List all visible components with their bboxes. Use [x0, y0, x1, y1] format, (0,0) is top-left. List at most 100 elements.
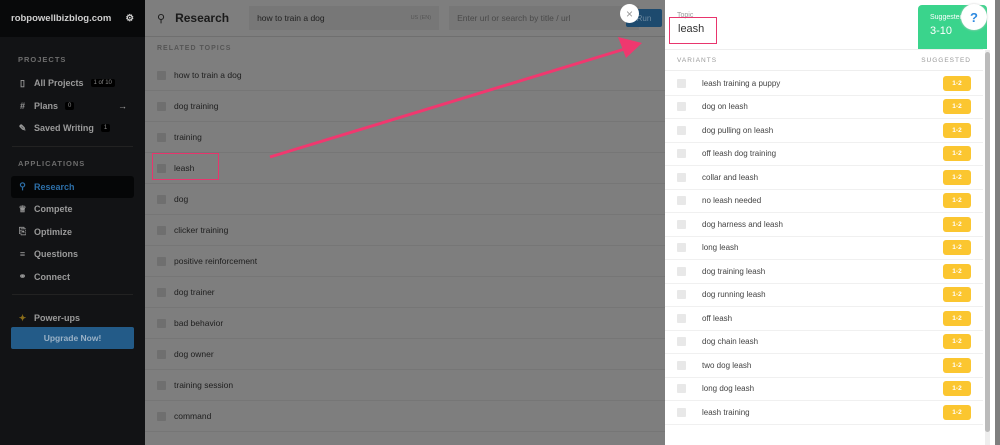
variant-row[interactable]: two dog leash 1-2 — [665, 354, 983, 378]
sidebar-item-connect[interactable]: ⚭ Connect — [0, 266, 145, 289]
label: All Projects — [34, 78, 84, 89]
suggested-pill: 1-2 — [943, 357, 971, 373]
sidebar-item-all-projects[interactable]: ▯ All Projects 1 of 10 — [0, 72, 145, 95]
gear-icon[interactable]: ⚙ — [125, 13, 134, 24]
topic-row[interactable]: how to train a dog — [145, 60, 665, 91]
topic-name: training session — [174, 380, 234, 390]
sidebar-item-saved-writing[interactable]: ✎ Saved Writing 1 — [0, 117, 145, 140]
close-button[interactable]: × — [620, 4, 639, 23]
suggested-heading: SUGGESTED — [921, 56, 971, 64]
variant-checkbox[interactable] — [677, 219, 686, 229]
topic-checkbox[interactable] — [157, 318, 166, 328]
variant-list: leash training a puppy 1-2 dog on leash 1-2… — [665, 72, 983, 425]
variant-row[interactable]: dog training leash 1-2 — [665, 260, 983, 284]
sidebar-item-questions[interactable]: ≡ Questions — [0, 243, 145, 266]
topic-name: bad behavior — [174, 318, 224, 328]
variant-checkbox[interactable] — [677, 313, 686, 323]
topic-name: positive reinforcement — [174, 256, 258, 266]
variant-checkbox[interactable] — [677, 290, 686, 300]
variant-checkbox[interactable] — [677, 266, 686, 276]
sidebar-item-research[interactable]: ⚲ Research — [11, 175, 134, 198]
sidebar-item-plans[interactable]: # Plans 0 → — [0, 95, 145, 118]
topic-panel: Topic leash Suggested 3-10 ? VARIANTS SUGG… — [665, 0, 995, 445]
topic-row[interactable]: dog — [145, 184, 665, 215]
sidebar-item-compete[interactable]: ♕ Compete — [0, 198, 145, 221]
topic-checkbox[interactable] — [157, 70, 166, 80]
variant-checkbox[interactable] — [677, 78, 686, 88]
topic-row[interactable]: bad behavior — [145, 308, 665, 339]
topic-checkbox[interactable] — [157, 380, 166, 390]
variant-name: long leash — [702, 243, 739, 253]
sparkle-icon: ✦ — [18, 312, 27, 323]
variant-checkbox[interactable] — [677, 384, 686, 394]
variant-checkbox[interactable] — [677, 149, 686, 159]
variant-checkbox[interactable] — [677, 407, 686, 417]
help-button[interactable]: ? — [961, 4, 987, 30]
page-title: Research — [175, 11, 230, 25]
variant-checkbox[interactable] — [677, 102, 686, 112]
topic-row[interactable]: leash — [145, 153, 665, 184]
variant-checkbox[interactable] — [677, 243, 686, 253]
query-input[interactable]: how to train a dog US (EN) — [249, 6, 440, 30]
variant-name: dog harness and leash — [702, 219, 783, 229]
variant-row[interactable]: off leash 1-2 — [665, 307, 983, 331]
scrollbar[interactable] — [985, 50, 990, 445]
variant-checkbox[interactable] — [677, 337, 686, 347]
topic-checkbox[interactable] — [157, 101, 166, 111]
topic-row[interactable]: dog owner — [145, 339, 665, 370]
url-input[interactable]: Enter url or search by title / url — [449, 6, 640, 30]
topic-row[interactable]: clicker training — [145, 215, 665, 246]
variant-row[interactable]: dog pulling on leash 1-2 — [665, 119, 983, 143]
variant-row[interactable]: leash training a puppy 1-2 — [665, 72, 983, 96]
topic-checkbox[interactable] — [157, 349, 166, 359]
label: Research — [34, 181, 75, 192]
variant-checkbox[interactable] — [677, 125, 686, 135]
variant-row[interactable]: dog chain leash 1-2 — [665, 331, 983, 354]
sidebar-item-optimize[interactable]: ⎘ Optimize — [0, 221, 145, 244]
variant-checkbox[interactable] — [677, 196, 686, 206]
topic-checkbox[interactable] — [157, 132, 166, 142]
site-name[interactable]: robpowellbizblog.com — [11, 13, 111, 24]
variant-checkbox[interactable] — [677, 360, 686, 370]
divider — [12, 294, 133, 295]
suggested-pill: 1-2 — [943, 122, 971, 138]
topic-checkbox[interactable] — [157, 287, 166, 297]
variant-row[interactable]: dog harness and leash 1-2 — [665, 213, 983, 237]
variant-row[interactable]: off leash dog training 1-2 — [665, 143, 983, 166]
variant-name: dog on leash — [702, 102, 748, 112]
label: Connect — [34, 271, 70, 282]
variant-checkbox[interactable] — [677, 172, 686, 182]
topic-checkbox[interactable] — [157, 411, 166, 421]
suggested-pill: 1-2 — [943, 75, 971, 91]
suggested-pill: 1-2 — [943, 146, 971, 162]
arrow-right-icon[interactable]: → — [118, 101, 127, 111]
topic-row[interactable]: training session — [145, 370, 665, 401]
label: Plans — [34, 100, 59, 111]
topic-row[interactable]: training — [145, 122, 665, 153]
topic-row[interactable]: positive reinforcement — [145, 246, 665, 277]
topic-row[interactable]: command — [145, 401, 665, 432]
label: Optimize — [34, 226, 73, 237]
upgrade-button[interactable]: Upgrade Now! — [11, 327, 134, 349]
topic-checkbox[interactable] — [157, 225, 166, 235]
topic-checkbox[interactable] — [157, 194, 166, 204]
locale-select[interactable]: US (EN) — [411, 15, 431, 21]
badge: 0 — [65, 101, 75, 110]
variant-row[interactable]: no leash needed 1-2 — [665, 190, 983, 213]
suggested-pill: 1-2 — [943, 216, 971, 232]
scrollbar-thumb[interactable] — [985, 52, 990, 432]
variant-name: dog chain leash — [702, 337, 759, 347]
topic-checkbox[interactable] — [157, 256, 166, 266]
topic-row[interactable]: dog trainer — [145, 277, 665, 308]
variant-row[interactable]: long dog leash 1-2 — [665, 378, 983, 401]
variant-row[interactable]: collar and leash 1-2 — [665, 166, 983, 190]
topic-row[interactable]: dog training — [145, 91, 665, 122]
variant-row[interactable]: dog running leash 1-2 — [665, 284, 983, 307]
suggested-pill: 1-2 — [943, 381, 971, 397]
sidebar: robpowellbizblog.com ⚙ PROJECTS ▯ All Proj… — [0, 0, 145, 445]
link-icon: ⚭ — [18, 271, 27, 282]
variant-row[interactable]: long leash 1-2 — [665, 237, 983, 260]
topic-name: command — [174, 411, 212, 421]
variant-row[interactable]: leash training 1-2 — [665, 401, 983, 425]
variant-row[interactable]: dog on leash 1-2 — [665, 96, 983, 119]
